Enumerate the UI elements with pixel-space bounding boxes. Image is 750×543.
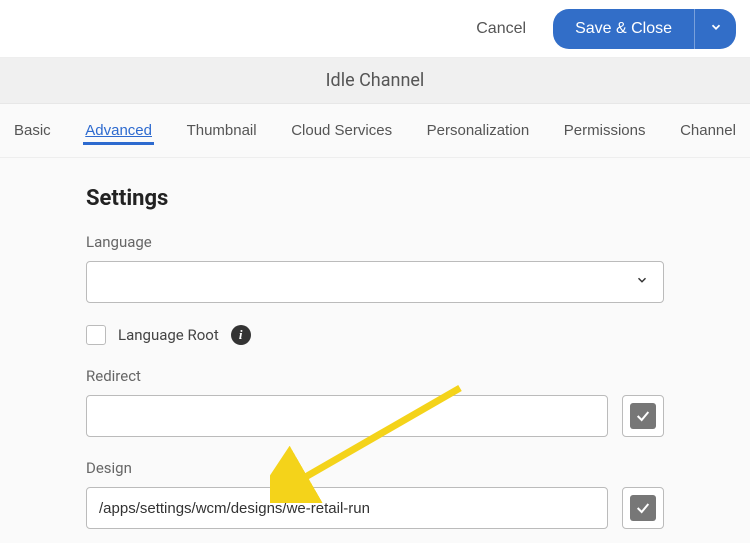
tab-channel[interactable]: Channel	[678, 116, 738, 145]
design-input[interactable]	[86, 487, 608, 529]
tab-basic[interactable]: Basic	[12, 116, 53, 145]
annotation-arrow-icon	[270, 373, 480, 503]
language-label: Language	[86, 233, 664, 251]
action-bar: Cancel Save & Close	[0, 0, 750, 58]
language-root-label: Language Root	[118, 326, 219, 344]
redirect-label: Redirect	[86, 367, 664, 385]
section-heading: Settings	[86, 186, 664, 211]
redirect-input[interactable]	[86, 395, 608, 437]
tab-permissions[interactable]: Permissions	[562, 116, 648, 145]
chevron-down-icon	[635, 273, 649, 291]
save-split-button: Save & Close	[553, 9, 736, 49]
title-bar: Idle Channel	[0, 58, 750, 104]
check-icon	[630, 403, 656, 429]
check-icon	[630, 495, 656, 521]
save-dropdown-button[interactable]	[694, 9, 736, 49]
info-icon[interactable]: i	[231, 325, 251, 345]
redirect-toggle-button[interactable]	[622, 395, 664, 437]
tab-advanced[interactable]: Advanced	[83, 116, 154, 145]
tab-bar: Basic Advanced Thumbnail Cloud Services …	[0, 104, 750, 158]
design-label: Design	[86, 459, 664, 477]
language-root-checkbox[interactable]	[86, 325, 106, 345]
language-select[interactable]	[86, 261, 664, 303]
chevron-down-icon	[709, 20, 723, 37]
settings-form: Settings Language Language Root i Redire…	[0, 158, 750, 529]
tab-cloud-services[interactable]: Cloud Services	[289, 116, 394, 145]
save-and-close-button[interactable]: Save & Close	[553, 9, 694, 49]
design-toggle-button[interactable]	[622, 487, 664, 529]
tab-personalization[interactable]: Personalization	[425, 116, 532, 145]
page-title: Idle Channel	[326, 70, 425, 91]
cancel-button[interactable]: Cancel	[457, 11, 545, 47]
tab-thumbnail[interactable]: Thumbnail	[185, 116, 259, 145]
